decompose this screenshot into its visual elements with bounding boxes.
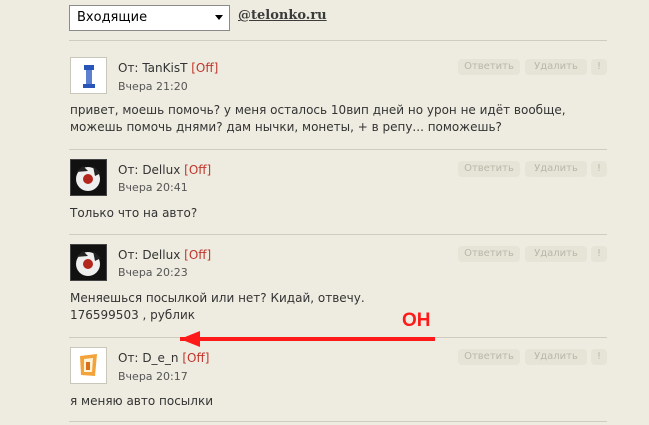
delete-button[interactable]: Удалить <box>525 161 587 177</box>
annotation-label: ОН <box>402 310 431 331</box>
status-badge: [Off] <box>184 248 212 262</box>
annotation-arrow-line <box>180 337 435 341</box>
folder-select-value: Входящие <box>77 10 148 25</box>
sender-name[interactable]: Dellux <box>142 248 180 262</box>
status-badge: [Off] <box>182 351 210 365</box>
mark-button[interactable]: ! <box>591 161 607 177</box>
domain-link[interactable]: @telonko.ru <box>238 8 327 23</box>
message-body: Только что на авто? <box>70 206 198 220</box>
status-badge: [Off] <box>184 163 212 177</box>
sender-name[interactable]: TanKisT <box>142 61 187 75</box>
mark-button[interactable]: ! <box>591 246 607 262</box>
divider <box>69 149 607 150</box>
chevron-down-icon[interactable] <box>215 15 223 20</box>
message-date: Вчера 20:41 <box>118 181 188 194</box>
message-body: привет, моешь помочь? у меня осталось 10… <box>70 103 566 134</box>
avatar-icon <box>76 251 101 276</box>
sender-name[interactable]: D_e_n <box>142 351 178 365</box>
avatar[interactable] <box>70 347 107 384</box>
arrow-left-icon <box>180 331 200 347</box>
sender-name[interactable]: Dellux <box>142 163 180 177</box>
delete-button[interactable]: Удалить <box>525 246 587 262</box>
folder-select[interactable]: Входящие <box>69 5 230 31</box>
status-badge: [Off] <box>191 61 219 75</box>
delete-button[interactable]: Удалить <box>525 349 587 365</box>
divider <box>69 234 607 235</box>
message-sender: От: TanKisT [Off] <box>118 61 219 75</box>
message-body: я меняю авто посылки <box>70 394 213 408</box>
reply-button[interactable]: Ответить <box>458 349 520 365</box>
message-date: Вчера 20:23 <box>118 266 188 279</box>
reply-button[interactable]: Ответить <box>458 161 520 177</box>
avatar[interactable] <box>70 159 107 196</box>
delete-button[interactable]: Удалить <box>525 59 587 75</box>
avatar[interactable] <box>70 244 107 281</box>
avatar-icon <box>76 166 101 191</box>
divider <box>69 40 607 41</box>
message-sender: От: D_e_n [Off] <box>118 351 210 365</box>
message-sender: От: Dellux [Off] <box>118 248 212 262</box>
reply-button[interactable]: Ответить <box>458 246 520 262</box>
message-body: Меняешься посылкой или нет? Кидай, отвеч… <box>70 291 365 322</box>
avatar-icon <box>83 65 95 88</box>
mark-button[interactable]: ! <box>591 59 607 75</box>
message-sender: От: Dellux [Off] <box>118 163 212 177</box>
message-date: Вчера 20:17 <box>118 370 188 383</box>
mark-button[interactable]: ! <box>591 349 607 365</box>
avatar-icon <box>80 354 97 376</box>
reply-button[interactable]: Ответить <box>458 59 520 75</box>
divider <box>69 421 607 422</box>
message-date: Вчера 21:20 <box>118 80 188 93</box>
avatar[interactable] <box>70 57 107 94</box>
